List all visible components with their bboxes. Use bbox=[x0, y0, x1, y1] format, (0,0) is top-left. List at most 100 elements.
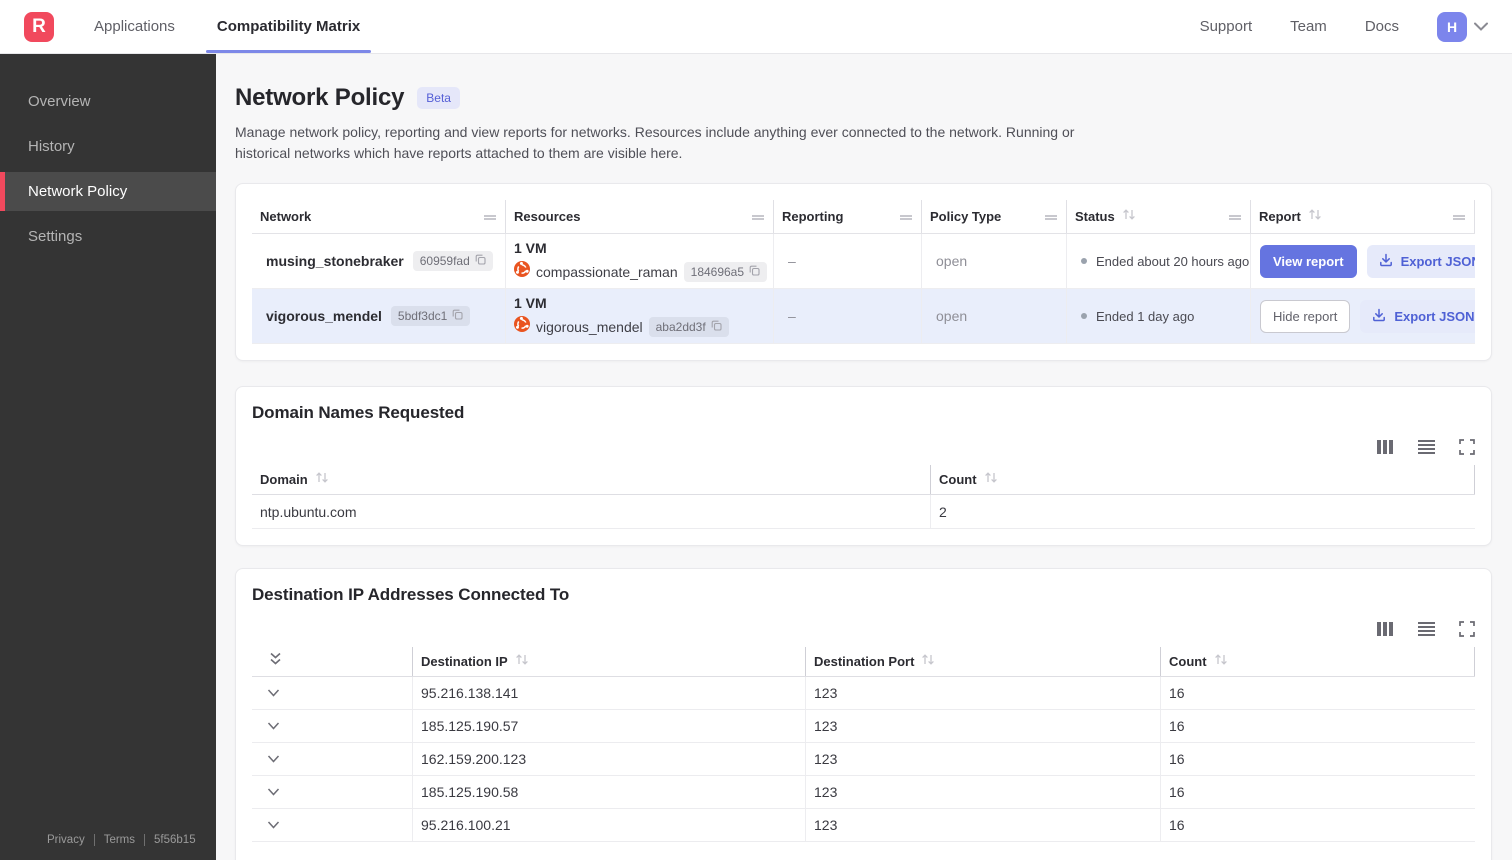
columns-icon[interactable] bbox=[1376, 621, 1394, 637]
col-header-domain[interactable]: Domain bbox=[252, 465, 930, 494]
nav-link-docs[interactable]: Docs bbox=[1365, 18, 1399, 35]
status-dot bbox=[1081, 258, 1087, 264]
rows-density-icon[interactable] bbox=[1417, 439, 1436, 455]
destination-table-row: 185.125.190.57 123 16 bbox=[252, 710, 1475, 743]
row-expander[interactable] bbox=[252, 776, 412, 808]
export-json-button[interactable]: Export JSON bbox=[1366, 244, 1475, 278]
domains-card: Domain Names Requested Domain Count ntp.… bbox=[235, 386, 1492, 546]
column-resize-handle-icon[interactable] bbox=[483, 208, 497, 226]
sort-icon[interactable] bbox=[1308, 208, 1322, 226]
user-menu[interactable]: H bbox=[1437, 11, 1488, 42]
column-resize-handle-icon[interactable] bbox=[1228, 208, 1242, 226]
tab-compatibility-matrix[interactable]: Compatibility Matrix bbox=[205, 0, 372, 53]
status-cell: Ended about 20 hours ago bbox=[1066, 234, 1250, 288]
nav-link-team[interactable]: Team bbox=[1290, 18, 1327, 35]
col-header-report[interactable]: Report bbox=[1250, 200, 1475, 233]
row-expander[interactable] bbox=[252, 743, 412, 775]
page-description: Manage network policy, reporting and vie… bbox=[235, 124, 1075, 161]
network-table-row[interactable]: vigorous_mendel 5bdf3dc1 1 VM vigorous_m… bbox=[252, 289, 1475, 344]
status-cell: Ended 1 day ago bbox=[1066, 289, 1250, 343]
sidebar-item-overview[interactable]: Overview bbox=[0, 82, 216, 121]
nav-link-support[interactable]: Support bbox=[1200, 18, 1253, 35]
sidebar-item-network-policy[interactable]: Network Policy bbox=[0, 172, 216, 211]
double-chevron-down-icon[interactable] bbox=[269, 652, 282, 671]
sort-icon[interactable] bbox=[515, 653, 529, 671]
port-cell: 123 bbox=[805, 710, 1160, 742]
tab-applications[interactable]: Applications bbox=[92, 0, 177, 53]
row-expander[interactable] bbox=[252, 809, 412, 841]
col-header-count[interactable]: Count bbox=[930, 465, 1475, 494]
sort-icon[interactable] bbox=[1122, 208, 1136, 226]
column-resize-handle-icon[interactable] bbox=[899, 208, 913, 226]
ip-cell: 162.159.200.123 bbox=[412, 743, 805, 775]
column-resize-handle-icon[interactable] bbox=[1452, 208, 1466, 226]
networks-card: Network Resources Reporting Policy Type bbox=[235, 183, 1492, 361]
port-cell: 123 bbox=[805, 776, 1160, 808]
status-dot bbox=[1081, 313, 1087, 319]
sort-icon[interactable] bbox=[1214, 653, 1228, 671]
col-header-count[interactable]: Count bbox=[1160, 647, 1475, 676]
destination-table-row: 95.216.138.141 123 16 bbox=[252, 677, 1475, 710]
row-expander[interactable] bbox=[252, 710, 412, 742]
destinations-card-title: Destination IP Addresses Connected To bbox=[252, 585, 570, 604]
domain-table-row: ntp.ubuntu.com 2 bbox=[252, 495, 1475, 529]
column-resize-handle-icon[interactable] bbox=[751, 208, 765, 226]
ip-cell: 95.216.100.21 bbox=[412, 809, 805, 841]
sort-icon[interactable] bbox=[984, 471, 998, 489]
col-header-resources: Resources bbox=[505, 200, 773, 233]
copy-icon[interactable] bbox=[452, 309, 463, 323]
col-header-reporting: Reporting bbox=[773, 200, 921, 233]
sort-icon[interactable] bbox=[315, 471, 329, 489]
terms-link[interactable]: Terms bbox=[93, 834, 144, 846]
app-logo[interactable]: R bbox=[24, 11, 54, 42]
sidebar-item-settings[interactable]: Settings bbox=[0, 217, 216, 256]
col-header-destination-port[interactable]: Destination Port bbox=[805, 647, 1160, 676]
sidebar-footer: Privacy Terms 5f56b15 bbox=[0, 834, 216, 860]
count-cell: 2 bbox=[930, 495, 1475, 528]
download-icon bbox=[1372, 308, 1386, 325]
copy-icon[interactable] bbox=[711, 320, 722, 334]
download-icon bbox=[1379, 253, 1393, 270]
col-header-status[interactable]: Status bbox=[1066, 200, 1250, 233]
column-resize-handle-icon[interactable] bbox=[1044, 208, 1058, 226]
hide-report-button[interactable]: Hide report bbox=[1260, 299, 1351, 333]
build-id: 5f56b15 bbox=[144, 834, 205, 846]
ip-cell: 185.125.190.58 bbox=[412, 776, 805, 808]
network-name-cell: vigorous_mendel 5bdf3dc1 bbox=[252, 289, 505, 343]
count-cell: 16 bbox=[1160, 743, 1475, 775]
expand-all-rows-control[interactable] bbox=[252, 647, 412, 676]
domains-card-title: Domain Names Requested bbox=[252, 403, 465, 422]
count-cell: 16 bbox=[1160, 677, 1475, 709]
columns-icon[interactable] bbox=[1376, 439, 1394, 455]
row-expander[interactable] bbox=[252, 677, 412, 709]
policy-type-cell: open bbox=[921, 289, 1066, 343]
col-header-destination-ip[interactable]: Destination IP bbox=[412, 647, 805, 676]
expand-icon[interactable] bbox=[1459, 621, 1475, 637]
resource-id-badge: 184696a5 bbox=[683, 261, 768, 282]
ip-cell: 185.125.190.57 bbox=[412, 710, 805, 742]
page-title: Network Policy bbox=[235, 84, 405, 111]
destination-table-row: 95.216.100.21 123 16 bbox=[252, 809, 1475, 842]
reporting-cell: – bbox=[773, 289, 921, 343]
destinations-table-header: Destination IP Destination Port Count bbox=[252, 647, 1475, 677]
view-report-button[interactable]: View report bbox=[1260, 244, 1357, 278]
table-toolbar bbox=[252, 439, 1475, 455]
chevron-down-icon[interactable] bbox=[1474, 18, 1488, 36]
destination-table-row-partial bbox=[252, 842, 1475, 860]
copy-icon[interactable] bbox=[475, 254, 486, 268]
report-cell: View report Export JSON bbox=[1250, 234, 1475, 288]
rows-density-icon[interactable] bbox=[1417, 621, 1436, 637]
network-table-row[interactable]: musing_stonebraker 60959fad 1 VM compass… bbox=[252, 234, 1475, 289]
networks-table-header: Network Resources Reporting Policy Type bbox=[252, 200, 1475, 234]
copy-icon[interactable] bbox=[749, 265, 760, 279]
expand-icon[interactable] bbox=[1459, 439, 1475, 455]
export-json-button[interactable]: Export JSON bbox=[1360, 299, 1475, 333]
count-cell: 16 bbox=[1160, 809, 1475, 841]
sort-icon[interactable] bbox=[921, 653, 935, 671]
privacy-link[interactable]: Privacy bbox=[38, 834, 94, 846]
port-cell: 123 bbox=[805, 677, 1160, 709]
beta-badge: Beta bbox=[417, 87, 460, 109]
avatar[interactable]: H bbox=[1437, 11, 1467, 42]
port-cell: 123 bbox=[805, 743, 1160, 775]
sidebar-item-history[interactable]: History bbox=[0, 127, 216, 166]
